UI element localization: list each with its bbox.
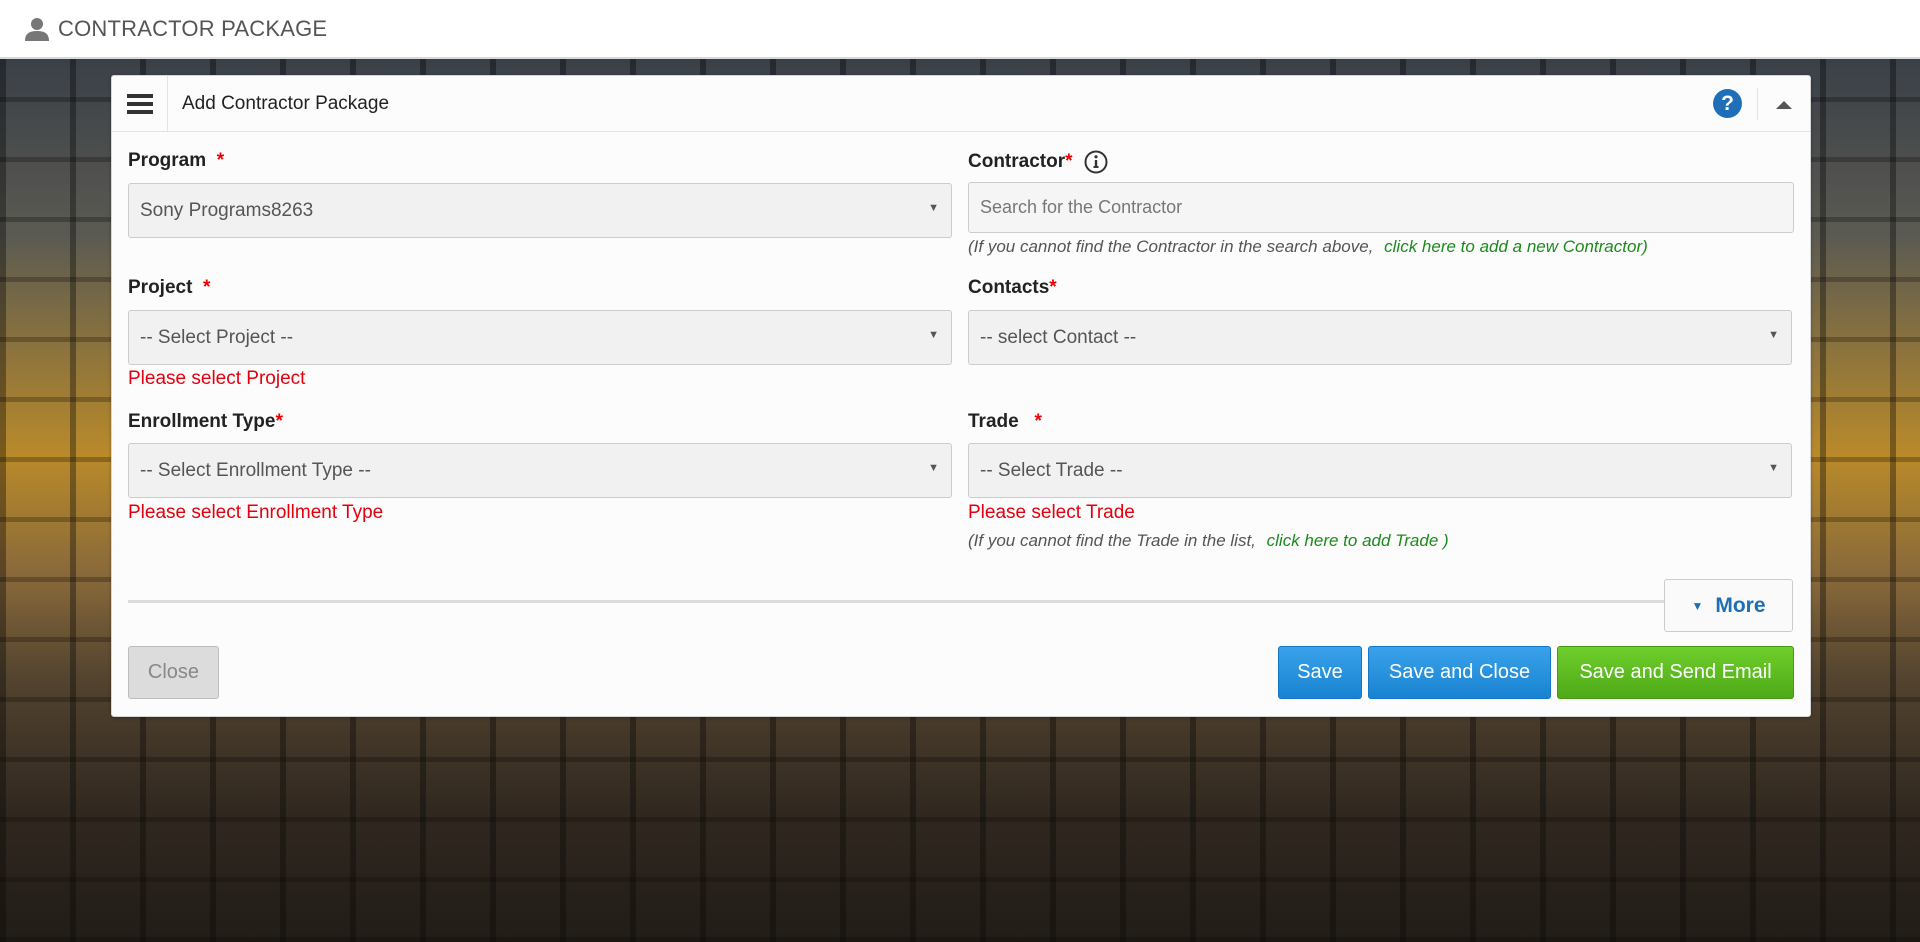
enrollment-type-label: Enrollment Type* (128, 411, 283, 432)
program-select[interactable]: Sony Programs8263 ▼ (128, 183, 952, 238)
user-icon (25, 17, 49, 41)
contacts-select[interactable]: -- select Contact -- ▼ (968, 310, 1792, 365)
menu-button[interactable] (112, 76, 168, 131)
trade-select[interactable]: -- Select Trade -- ▼ (968, 443, 1792, 498)
trade-select-value: -- Select Trade -- (980, 460, 1123, 481)
hamburger-icon (126, 93, 153, 114)
caret-down-icon: ▼ (1691, 599, 1704, 613)
panel-header: Add Contractor Package ? (112, 76, 1810, 132)
dropdown-arrow-icon: ▼ (1768, 329, 1779, 341)
contractor-search-input[interactable] (968, 182, 1794, 233)
project-error: Please select Project (128, 368, 306, 389)
info-icon[interactable] (1084, 150, 1108, 174)
dropdown-arrow-icon: ▼ (1768, 462, 1779, 474)
page-title: CONTRACTOR PACKAGE (58, 15, 328, 41)
trade-error: Please select Trade (968, 502, 1135, 523)
save-and-close-button[interactable]: Save and Close (1368, 646, 1551, 699)
dropdown-arrow-icon: ▼ (928, 329, 939, 341)
project-select-value: -- Select Project -- (140, 327, 294, 348)
collapse-button[interactable] (1757, 88, 1810, 120)
contacts-select-value: -- select Contact -- (980, 327, 1137, 348)
dropdown-arrow-icon: ▼ (928, 202, 939, 214)
program-select-value: Sony Programs8263 (140, 200, 314, 221)
program-label: Program * (128, 150, 225, 171)
chevron-up-icon (1776, 101, 1792, 109)
save-and-send-email-button[interactable]: Save and Send Email (1557, 646, 1794, 699)
save-button[interactable]: Save (1278, 646, 1362, 699)
add-contractor-package-panel: Add Contractor Package ? Program * Sony … (111, 75, 1811, 717)
enrollment-type-select[interactable]: -- Select Enrollment Type -- ▼ (128, 443, 952, 498)
dropdown-arrow-icon: ▼ (928, 462, 939, 474)
panel-title: Add Contractor Package (182, 92, 390, 114)
close-button[interactable]: Close (128, 646, 219, 699)
project-label: Project * (128, 277, 211, 298)
add-contractor-link[interactable]: click here to add a new Contractor) (1384, 237, 1648, 256)
enrollment-type-error: Please select Enrollment Type (128, 502, 384, 523)
project-select[interactable]: -- Select Project -- ▼ (128, 310, 952, 365)
contractor-label: Contractor* (968, 150, 1108, 174)
top-bar: CONTRACTOR PACKAGE (0, 0, 1920, 59)
add-trade-link[interactable]: click here to add Trade ) (1267, 531, 1449, 550)
contacts-label: Contacts* (968, 277, 1057, 298)
more-button[interactable]: ▼ More (1664, 579, 1793, 632)
more-button-label: More (1715, 594, 1766, 617)
contractor-hint: (If you cannot find the Contractor in th… (968, 237, 1648, 256)
enrollment-type-select-value: -- Select Enrollment Type -- (140, 460, 371, 481)
help-icon[interactable]: ? (1713, 89, 1742, 118)
trade-label: Trade * (968, 411, 1042, 432)
divider (128, 600, 1676, 603)
trade-hint: (If you cannot find the Trade in the lis… (968, 531, 1449, 550)
